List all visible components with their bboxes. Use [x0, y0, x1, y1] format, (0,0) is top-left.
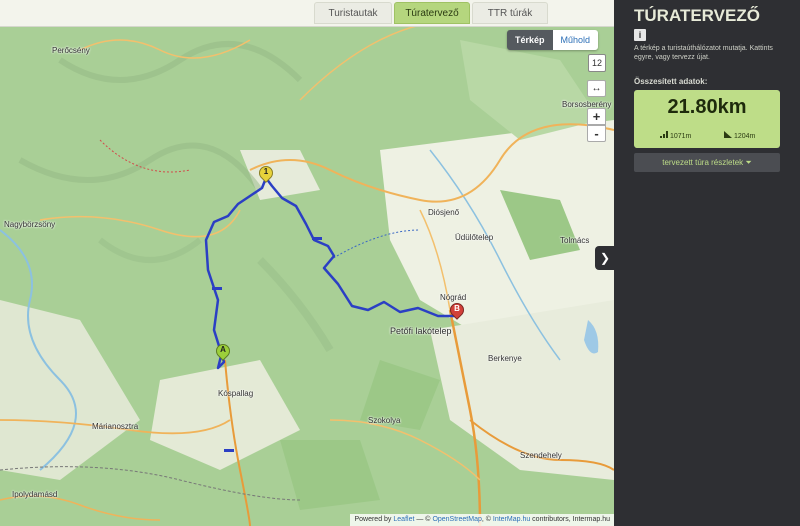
waypoint-marker[interactable]: 1 [256, 163, 276, 184]
layer-switcher: Térkép Műhold [507, 30, 599, 50]
map-view[interactable]: Perőcsény Nagybörzsöny Diósjenő Üdülőtel… [0, 0, 614, 526]
chevron-down-icon: ⏷ [745, 158, 752, 167]
layer-satellite-button[interactable]: Műhold [552, 30, 599, 50]
place-label: Ipolydamásd [12, 490, 58, 499]
ascent-stat: 1071m [660, 131, 691, 140]
sidebar-toggle-icon[interactable]: ❯ [595, 246, 615, 270]
place-label: Szokolya [368, 416, 401, 425]
descent-icon [724, 131, 732, 138]
place-label: Diósjenő [428, 208, 460, 217]
intermap-link[interactable]: InterMap.hu [493, 516, 530, 523]
place-label: Petőfi lakótelep [390, 326, 452, 336]
descent-stat: 1204m [724, 131, 755, 140]
leaflet-link[interactable]: Leaflet [393, 516, 414, 523]
fullscreen-icon[interactable]: ↔ [587, 80, 606, 97]
place-label: Üdülőtelep [455, 233, 494, 242]
place-label: Kóspallag [218, 389, 254, 398]
tab-ttr-turak[interactable]: TTR túrák [472, 2, 548, 24]
map-terrain [0, 0, 614, 526]
map-attribution: Powered by Leaflet — © OpenStreetMap, © … [350, 514, 614, 526]
sidebar-description: A térkép a turistaúthálózatot mutatja. K… [634, 45, 773, 61]
route-details-button[interactable]: tervezett túra részletek ⏷ [634, 153, 780, 172]
total-distance: 21.80km [667, 96, 747, 118]
place-label: Nagybörzsöny [4, 220, 56, 229]
top-tab-bar: Turistautak Túratervező TTR túrák [0, 0, 614, 27]
zoom-level-indicator: 12 [588, 54, 606, 72]
layer-map-button[interactable]: Térkép [507, 30, 553, 50]
ascent-icon [660, 131, 668, 138]
place-label: Szendehely [520, 451, 562, 460]
osm-link[interactable]: OpenStreetMap [432, 516, 481, 523]
place-label: Márianosztra [92, 422, 139, 431]
stats-box: 21.80km 1071m 1204m [634, 90, 780, 148]
place-label: Nógrád [440, 293, 467, 302]
stats-label: Összesített adatok: [634, 77, 708, 86]
place-label: Perőcsény [52, 46, 90, 55]
zoom-in-button[interactable]: + [587, 108, 606, 125]
info-icon[interactable]: i [634, 29, 646, 41]
sidebar: TÚRATERVEZŐ i A térkép a turistaúthálóza… [614, 0, 800, 526]
zoom-out-button[interactable]: - [587, 125, 606, 142]
tab-turistautak[interactable]: Turistautak [314, 2, 392, 24]
start-marker[interactable]: A [213, 341, 233, 362]
end-marker[interactable]: B [447, 300, 467, 321]
tab-turatervezo[interactable]: Túratervező [394, 2, 470, 24]
place-label: Tolmács [560, 236, 590, 245]
place-label: Berkenye [488, 354, 522, 363]
page-title: TÚRATERVEZŐ [634, 6, 760, 25]
